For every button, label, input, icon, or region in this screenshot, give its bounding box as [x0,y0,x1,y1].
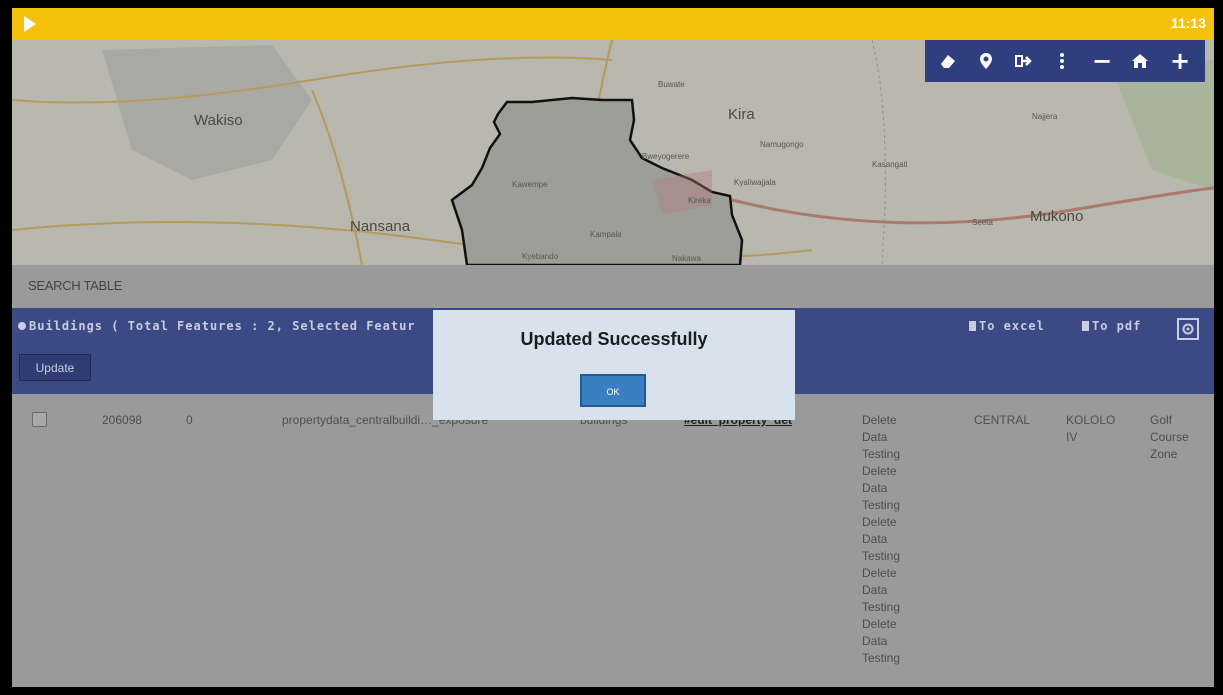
place-label: Najjera [1032,112,1058,121]
place-label: Kampala [590,230,622,239]
pin-icon[interactable] [973,48,999,74]
place-label: Kasangati [872,160,908,169]
status-bar: 11:13 [12,8,1214,40]
place-label: Seeta [972,218,993,227]
place-label: Nakawa [672,254,701,263]
place-label: Kawempe [512,180,548,189]
map-toolbar: − + [925,40,1205,82]
search-table-label[interactable]: SEARCH TABLE [28,278,122,293]
more-vertical-icon[interactable] [1049,48,1075,74]
place-label: Nansana [350,218,411,235]
layer-dot-icon [18,322,26,330]
ok-button[interactable]: OK [580,374,646,407]
app-screen: 11:13 Wakiso Kira Nansana Mukono Buwate … [12,8,1214,687]
play-icon [24,16,36,32]
layer-title: Buildings ( Total Features : 2, Selected… [18,319,416,333]
export-excel-button[interactable]: To excel [969,319,1045,333]
place-label: Buwate [658,80,685,89]
settings-button[interactable] [1177,318,1199,340]
place-label: Kyebando [522,252,559,261]
place-label: Wakiso [194,112,243,129]
cell-region: CENTRAL [974,413,1031,427]
place-label: Kyaliwajjala [734,178,776,187]
table-row: 206098 0 propertydata_centralbuildi…_exp… [12,394,1214,687]
cell-id: 206098 [102,413,143,427]
cell-zone: Golf Course Zone [1150,413,1189,461]
place-label: Mukono [1030,208,1084,225]
file-icon [1082,321,1089,331]
place-label: Kireka [688,196,711,205]
clock: 11:13 [1170,15,1206,31]
place-label: Kira [728,106,755,123]
home-icon[interactable] [1127,48,1153,74]
success-dialog: Updated Successfully OK [433,310,795,420]
sign-out-icon[interactable] [1011,48,1037,74]
cell-area: KOLOLO IV [1066,413,1116,444]
dialog-title: Updated Successfully [520,329,708,349]
row-checkbox[interactable] [32,412,47,427]
zoom-out-icon[interactable]: − [1089,48,1115,74]
cell-notes: Delete Data Testing Delete Data Testing Dele… [862,413,901,665]
gear-icon [1182,323,1194,335]
export-pdf-button[interactable]: To pdf [1082,319,1141,333]
zoom-in-icon[interactable]: + [1167,48,1193,74]
place-label: Namugongo [760,140,804,149]
update-button[interactable]: Update [19,354,91,381]
place-label: Bweyogerere [642,152,690,161]
eraser-icon[interactable] [935,48,961,74]
file-icon [969,321,976,331]
cell-count: 0 [186,413,193,427]
